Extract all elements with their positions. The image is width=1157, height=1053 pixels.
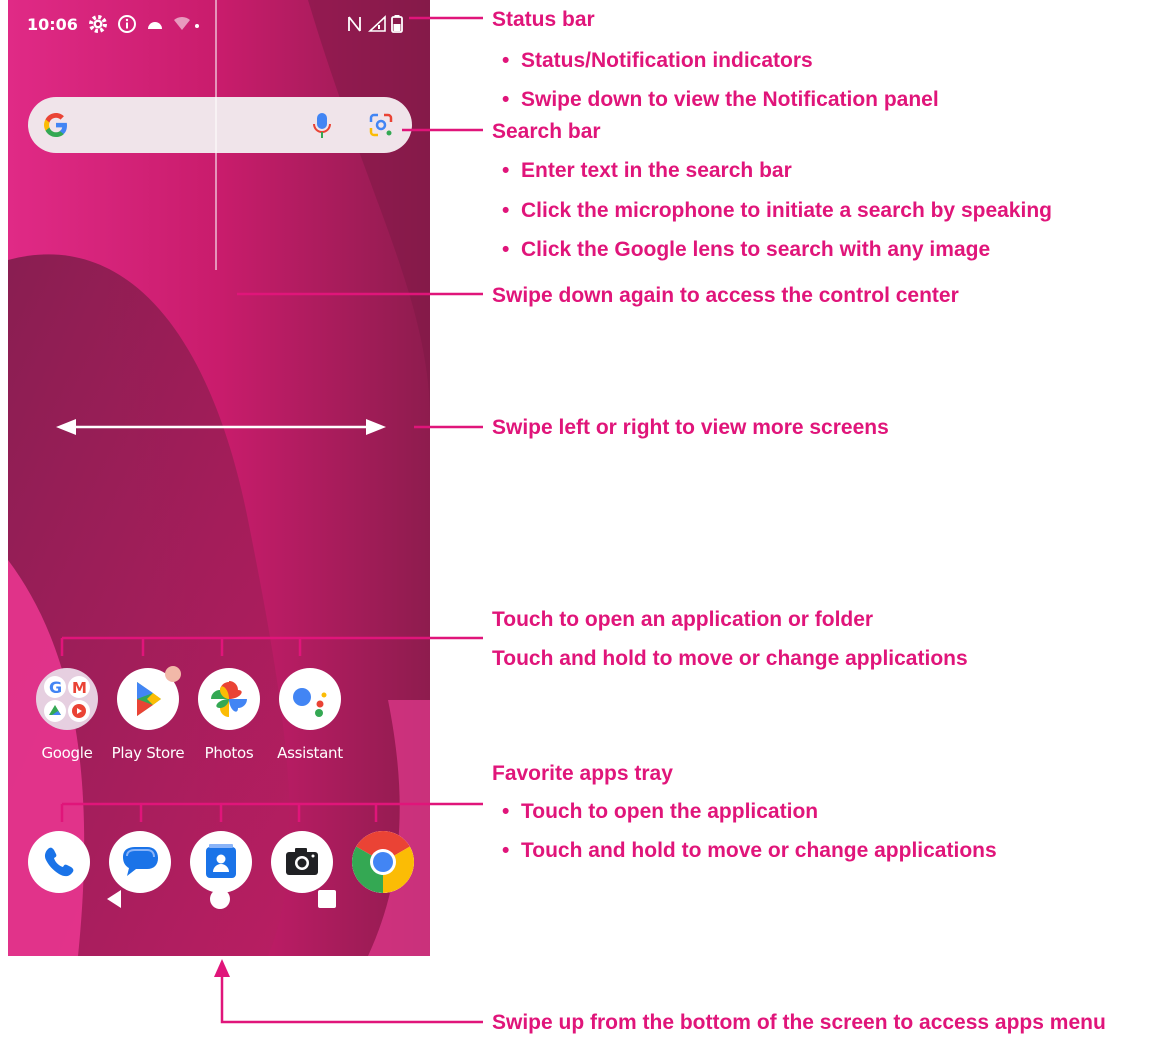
contacts-app-icon[interactable] bbox=[190, 831, 252, 893]
bullet: • bbox=[502, 159, 510, 182]
camera-app-icon[interactable] bbox=[271, 831, 333, 893]
phone-screen: 10:06 G M Google Play Store Photos Assis… bbox=[8, 0, 430, 956]
status-bar-heading: Status bar bbox=[492, 8, 595, 31]
settings-icon bbox=[89, 15, 107, 33]
search-bar-note-1: Enter text in the search bar bbox=[521, 159, 792, 182]
search-bar[interactable] bbox=[28, 97, 412, 153]
google-lens-icon[interactable] bbox=[368, 112, 394, 138]
play-store-icon bbox=[117, 666, 181, 730]
recents-button[interactable] bbox=[316, 888, 338, 910]
chrome-app-icon[interactable] bbox=[352, 831, 414, 893]
signal-icon bbox=[368, 15, 386, 32]
bullet: • bbox=[502, 88, 510, 111]
app-folder-note-1: Touch to open an application or folder bbox=[492, 608, 874, 631]
bullet: • bbox=[502, 49, 510, 72]
microphone-icon[interactable] bbox=[311, 111, 333, 141]
app-assistant[interactable]: Assistant bbox=[270, 668, 350, 762]
more-screens-note: Swipe left or right to view more screens bbox=[492, 416, 889, 439]
back-button[interactable] bbox=[104, 888, 126, 910]
bullet: • bbox=[502, 238, 510, 261]
control-center-note: Swipe down again to access the control c… bbox=[492, 284, 959, 307]
battery-icon bbox=[391, 15, 403, 33]
notification-dot bbox=[165, 666, 181, 682]
status-bar-note-2: Swipe down to view the Notification pane… bbox=[521, 88, 939, 111]
status-bar[interactable]: 10:06 bbox=[8, 0, 430, 48]
favorites-note-1: Touch to open the application bbox=[521, 800, 819, 823]
status-time: 10:06 bbox=[27, 15, 78, 34]
bullet: • bbox=[502, 839, 510, 862]
android-icon bbox=[148, 22, 162, 29]
status-bar-note-1: Status/Notification indicators bbox=[521, 49, 813, 72]
search-bar-note-2: Click the microphone to initiate a searc… bbox=[521, 199, 1052, 222]
search-bar-heading: Search bar bbox=[492, 120, 601, 143]
phone-app-icon[interactable] bbox=[28, 831, 90, 893]
nfc-icon bbox=[348, 16, 361, 32]
app-folder-note-2: Touch and hold to move or change applica… bbox=[492, 647, 968, 670]
search-bar-note-3: Click the Google lens to search with any… bbox=[521, 238, 991, 261]
favorites-heading: Favorite apps tray bbox=[492, 762, 673, 785]
info-icon bbox=[118, 15, 136, 33]
assistant-icon bbox=[279, 668, 341, 730]
svg-text:M: M bbox=[72, 679, 87, 697]
app-google-folder[interactable]: G M Google bbox=[27, 668, 107, 762]
messages-app-icon[interactable] bbox=[109, 831, 171, 893]
home-button[interactable] bbox=[209, 888, 231, 910]
app-label: Play Store bbox=[111, 744, 185, 762]
app-label: Google bbox=[41, 744, 93, 762]
favorites-note-2: Touch and hold to move or change applica… bbox=[521, 839, 997, 862]
app-photos[interactable]: Photos bbox=[189, 668, 269, 762]
photos-icon bbox=[198, 668, 260, 730]
google-folder-icon: G M bbox=[36, 668, 98, 730]
google-logo-icon bbox=[44, 113, 67, 137]
svg-text:G: G bbox=[49, 678, 62, 697]
app-play-store[interactable]: Play Store bbox=[108, 666, 188, 762]
bullet: • bbox=[502, 199, 510, 222]
app-label: Assistant bbox=[277, 744, 343, 762]
apps-menu-note: Swipe up from the bottom of the screen t… bbox=[492, 1011, 1106, 1034]
wifi-icon bbox=[174, 16, 199, 30]
bullet: • bbox=[502, 800, 510, 823]
app-label: Photos bbox=[204, 744, 254, 762]
